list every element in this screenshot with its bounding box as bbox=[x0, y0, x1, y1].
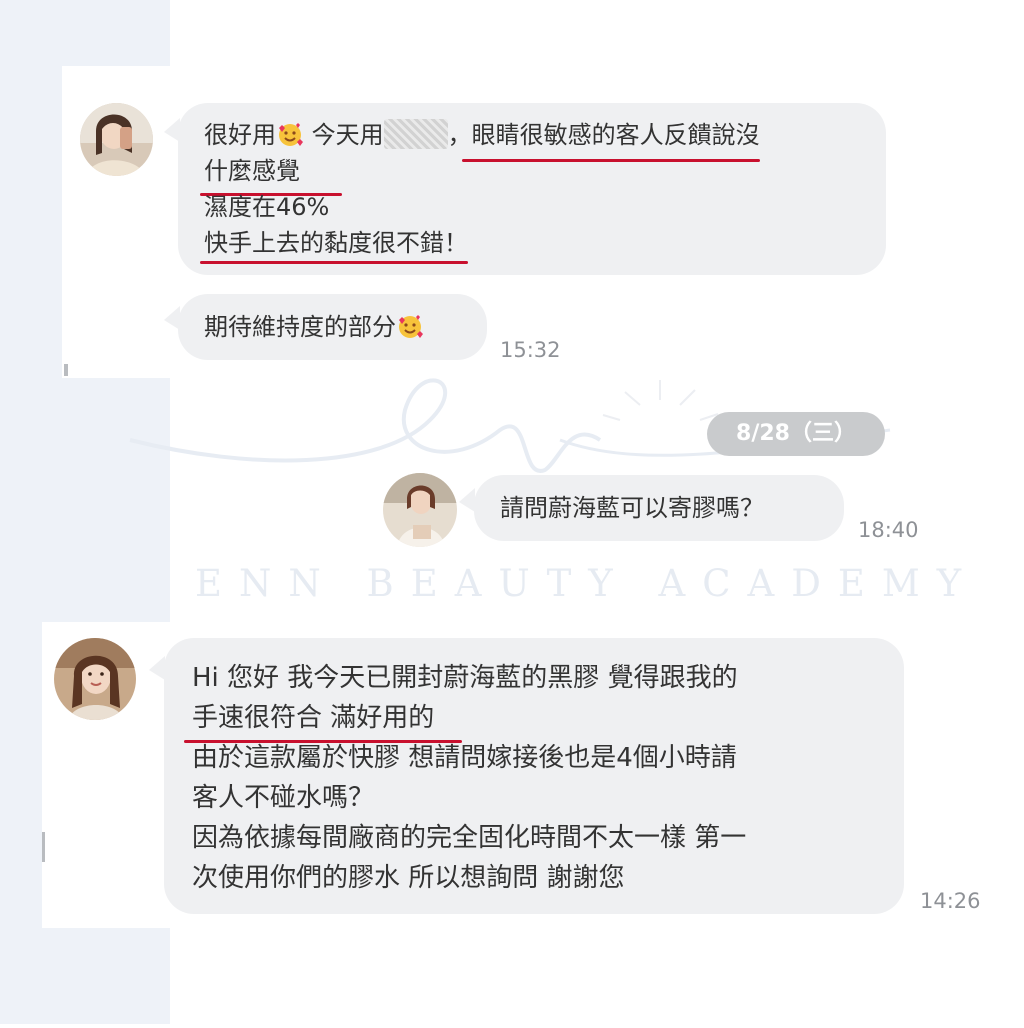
chat-bubble[interactable]: 很好用 今天用 ，眼睛很敏感的客人反饋說沒 什麼感覺 濕度在46% 快手上去的黏度… bbox=[178, 103, 886, 275]
highlighted-text: 什麼感覺 bbox=[204, 157, 300, 185]
user-avatar-icon bbox=[80, 103, 153, 176]
message-line: 次使用你們的膠水 所以想詢問 謝謝您 bbox=[192, 863, 625, 893]
message-line: 由於這款屬於快膠 想請問嫁接後也是4個小時請 bbox=[192, 743, 737, 773]
avatar[interactable] bbox=[54, 638, 136, 720]
watermark-brand-en: ENN BEAUTY ACADEMY bbox=[195, 562, 979, 605]
message-line: 客人不碰水嗎？ bbox=[192, 783, 375, 813]
message-line: Hi 您好 我今天已開封蔚海藍的黑膠 覺得跟我的 bbox=[192, 663, 738, 693]
chat-bubble[interactable]: 請問蔚海藍可以寄膠嗎？ bbox=[474, 475, 844, 541]
chat-bubble[interactable]: 期待維持度的部分 bbox=[178, 294, 487, 360]
red-underline bbox=[200, 261, 468, 264]
highlighted-text: 手速很符合 滿好用的 bbox=[192, 703, 435, 733]
message-line: 很好用 今天用 ，眼睛很敏感的客人反饋說沒 bbox=[204, 117, 760, 162]
panel-edge-mark bbox=[64, 364, 68, 376]
highlighted-text: ，眼睛很敏感的客人反饋說沒 bbox=[447, 121, 760, 149]
redacted-text bbox=[383, 119, 448, 149]
message-text: 期待維持度的部分 bbox=[204, 313, 396, 341]
avatar[interactable] bbox=[383, 473, 457, 547]
smiling-face-with-hearts-emoji-icon bbox=[279, 123, 303, 146]
chat-bubble[interactable]: Hi 您好 我今天已開封蔚海藍的黑膠 覺得跟我的 手速很符合 滿好用的 由於這款… bbox=[164, 638, 904, 914]
bubble-tail bbox=[149, 656, 165, 680]
date-separator: 8/28（三） bbox=[707, 412, 885, 456]
message-line: 快手上去的黏度很不錯！ bbox=[200, 225, 760, 264]
shop-avatar-icon bbox=[383, 473, 457, 547]
message-timestamp: 18:40 bbox=[858, 518, 919, 542]
message-timestamp: 15:32 bbox=[500, 338, 561, 362]
message-text: 很好用 bbox=[204, 121, 276, 149]
avatar[interactable] bbox=[80, 103, 153, 176]
message-line: 什麼感覺 bbox=[200, 153, 760, 196]
message-line: 濕度在46% bbox=[204, 189, 760, 225]
message-line: 手速很符合 滿好用的 bbox=[184, 698, 746, 743]
message-timestamp: 14:26 bbox=[920, 889, 981, 913]
message-text: 今天用 bbox=[304, 121, 384, 149]
message-line: 因為依據每間廠商的完全固化時間不太一樣 第一 bbox=[192, 823, 747, 853]
user-avatar-icon bbox=[54, 638, 136, 720]
highlighted-text: 快手上去的黏度很不錯！ bbox=[204, 229, 468, 257]
bubble-tail bbox=[459, 488, 475, 512]
message-text: 請問蔚海藍可以寄膠嗎？ bbox=[500, 494, 764, 522]
panel-edge-mark bbox=[42, 832, 45, 862]
message-line: 期待維持度的部分 bbox=[204, 309, 424, 345]
smiling-face-with-hearts-emoji-icon bbox=[399, 315, 423, 338]
message-text: 濕度在46% bbox=[204, 193, 330, 221]
